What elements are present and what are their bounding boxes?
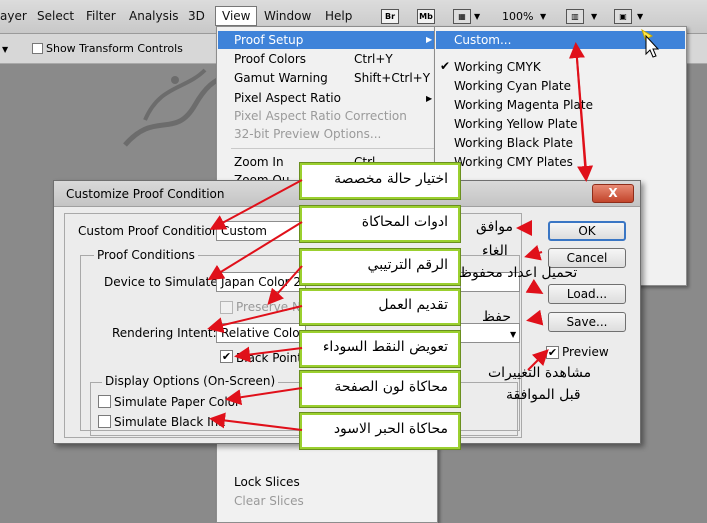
annotation-arrows: [207, 42, 594, 431]
